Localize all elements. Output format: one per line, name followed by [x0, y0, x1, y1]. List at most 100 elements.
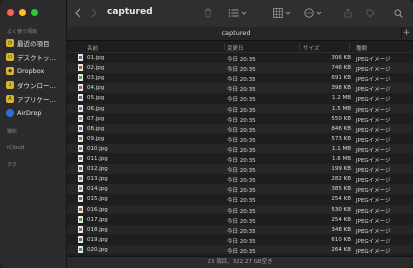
- trash-icon: [205, 8, 211, 18]
- jpeg-file-icon: [78, 175, 83, 183]
- file-size: 254 KB: [331, 216, 351, 223]
- sidebar-item-label: 最近の項目: [17, 39, 50, 48]
- column-divider: [224, 43, 225, 50]
- file-size: 550 KB: [331, 115, 351, 122]
- file-date: 今日 20:35: [227, 248, 256, 255]
- jpeg-file-icon: [78, 64, 83, 72]
- file-name: 05.jpg: [87, 95, 105, 102]
- table-row[interactable]: 017.jpg 今日 20:35 254 KB JPEGイメージ: [67, 215, 413, 225]
- jpeg-file-icon: [78, 155, 83, 162]
- file-list: 01.jpg 今日 20:35 306 KB JPEGイメージ 02.jpg 今日 20:…: [67, 53, 413, 256]
- share-button[interactable]: [343, 6, 353, 20]
- table-row[interactable]: 013.jpg 今日 20:35 282 KB JPEGイメージ: [67, 174, 413, 184]
- file-name: 013.jpg: [87, 176, 108, 183]
- tab-bar: captured +: [67, 27, 413, 41]
- table-row[interactable]: 011.jpg 今日 20:35 1.6 MB JPEGイメージ: [67, 154, 413, 164]
- new-tab-button[interactable]: +: [401, 27, 411, 39]
- file-kind: JPEGイメージ: [356, 57, 391, 63]
- table-row[interactable]: 01.jpg 今日 20:35 306 KB JPEGイメージ: [67, 53, 413, 63]
- jpeg-file-icon: [78, 54, 83, 61]
- search-button[interactable]: [393, 6, 403, 20]
- tag-button[interactable]: [365, 6, 375, 20]
- table-row[interactable]: 03.jpg 今日 20:35 691 KB JPEGイメージ: [67, 73, 413, 83]
- table-row[interactable]: 018.jpg 今日 20:35 348 KB JPEGイメージ: [67, 224, 413, 235]
- close-button[interactable]: [7, 9, 14, 16]
- file-kind: JPEGイメージ: [356, 168, 391, 175]
- finder-window: よく使う項目 ◷ 最近の項目 ▭ デスクトッ… ◆ Dropbox ↓ ダウンロ…: [0, 0, 413, 268]
- sidebar-item-label: ダウンロー…: [17, 81, 56, 90]
- table-row[interactable]: 016.jpg 今日 20:35 530 KB JPEGイメージ: [67, 204, 413, 215]
- file-date: 今日 20:35: [227, 57, 256, 63]
- file-name: 015.jpg: [87, 196, 108, 203]
- file-date: 今日 20:35: [227, 117, 256, 124]
- file-name: 07.jpg: [87, 115, 105, 122]
- sidebar-item-desktop[interactable]: ▭ デスクトッ…: [6, 51, 64, 62]
- file-date: 今日 20:35: [227, 238, 256, 245]
- table-row[interactable]: 012.jpg 今日 20:35 199 KB JPEGイメージ: [67, 164, 413, 174]
- file-kind: JPEGイメージ: [356, 238, 391, 245]
- sidebar-item-applications[interactable]: A アプリケー…: [6, 93, 64, 104]
- sidebar-item-label: Dropbox: [17, 66, 45, 75]
- file-date: 今日 20:35: [227, 208, 256, 215]
- table-row[interactable]: 07.jpg 今日 20:35 550 KB JPEGイメージ: [67, 114, 413, 124]
- file-size: 746 KB: [331, 65, 351, 72]
- file-name: 09.jpg: [87, 135, 105, 142]
- airdrop-icon: [6, 108, 14, 117]
- sidebar-item-dropbox[interactable]: ◆ Dropbox: [6, 65, 64, 76]
- file-date: 今日 20:35: [227, 97, 256, 104]
- trash-button[interactable]: [203, 6, 213, 20]
- file-kind: JPEGイメージ: [356, 248, 391, 255]
- file-size: 385 KB: [331, 186, 351, 193]
- jpeg-file-icon: [78, 205, 83, 213]
- table-row[interactable]: 04.jpg 今日 20:35 398 KB JPEGイメージ: [67, 83, 413, 93]
- favorites-section-label: よく使う項目: [7, 29, 38, 35]
- table-row[interactable]: 08.jpg 今日 20:35 846 KB JPEGイメージ: [67, 123, 413, 134]
- back-button[interactable]: [73, 6, 83, 20]
- column-name[interactable]: 名前: [87, 44, 98, 52]
- file-name: 017.jpg: [87, 216, 108, 223]
- tab-captured[interactable]: captured: [67, 29, 405, 37]
- sidebar: よく使う項目 ◷ 最近の項目 ▭ デスクトッ… ◆ Dropbox ↓ ダウンロ…: [0, 0, 67, 268]
- column-kind[interactable]: 種類: [356, 44, 367, 52]
- file-size: 348 KB: [331, 226, 351, 233]
- table-row[interactable]: 015.jpg 今日 20:35 254 KB JPEGイメージ: [67, 194, 413, 204]
- file-size: 306 KB: [331, 55, 351, 61]
- file-name: 04.jpg: [87, 85, 105, 92]
- jpeg-file-icon: [78, 195, 83, 203]
- sidebar-item-downloads[interactable]: ↓ ダウンロー…: [6, 79, 64, 90]
- table-row[interactable]: 014.jpg 今日 20:35 385 KB JPEGイメージ: [67, 184, 413, 194]
- minimize-button[interactable]: [19, 9, 26, 16]
- column-size[interactable]: サイズ: [303, 44, 319, 52]
- dropbox-icon: ◆: [6, 66, 14, 75]
- column-divider: [299, 43, 300, 50]
- group-button[interactable]: [272, 6, 294, 20]
- table-row[interactable]: 02.jpg 今日 20:35 746 KB JPEGイメージ: [67, 63, 413, 73]
- zoom-button[interactable]: [31, 9, 38, 16]
- table-row[interactable]: 05.jpg 今日 20:35 1.2 MB JPEGイメージ: [67, 93, 413, 103]
- file-size: 1.6 MB: [331, 156, 351, 162]
- icloud-section-label[interactable]: iCloud: [7, 145, 24, 151]
- jpeg-file-icon: [78, 235, 83, 243]
- file-kind: JPEGイメージ: [356, 77, 391, 84]
- file-name: 02.jpg: [87, 65, 105, 72]
- table-row[interactable]: 010.jpg 今日 20:35 1.1 MB JPEGイメージ: [67, 143, 413, 154]
- desktop-folder-icon: ▭: [6, 52, 14, 61]
- jpeg-file-icon: [78, 245, 83, 253]
- table-row[interactable]: 09.jpg 今日 20:35 573 KB JPEGイメージ: [67, 134, 413, 144]
- forward-button[interactable]: [89, 6, 99, 20]
- file-name: 011.jpg: [87, 156, 108, 162]
- view-mode-button[interactable]: [227, 6, 249, 20]
- table-row[interactable]: 06.jpg 今日 20:35 1.5 MB JPEGイメージ: [67, 103, 413, 114]
- list-view-icon: [228, 9, 247, 17]
- sidebar-item-recents[interactable]: ◷ 最近の項目: [6, 37, 64, 48]
- action-button[interactable]: [303, 6, 325, 20]
- table-row[interactable]: 020.jpg 今日 20:35 264 KB JPEGイメージ: [67, 244, 413, 255]
- column-date[interactable]: 変更日: [227, 44, 244, 52]
- file-name: 020.jpg: [87, 246, 108, 253]
- jpeg-file-icon: [78, 114, 83, 122]
- file-name: 018.jpg: [87, 226, 108, 233]
- table-row[interactable]: 019.jpg 今日 20:35 610 KB JPEGイメージ: [67, 235, 413, 245]
- sidebar-item-airdrop[interactable]: AirDrop: [6, 107, 64, 118]
- file-name: 014.jpg: [87, 186, 108, 193]
- file-size: 573 KB: [331, 135, 351, 142]
